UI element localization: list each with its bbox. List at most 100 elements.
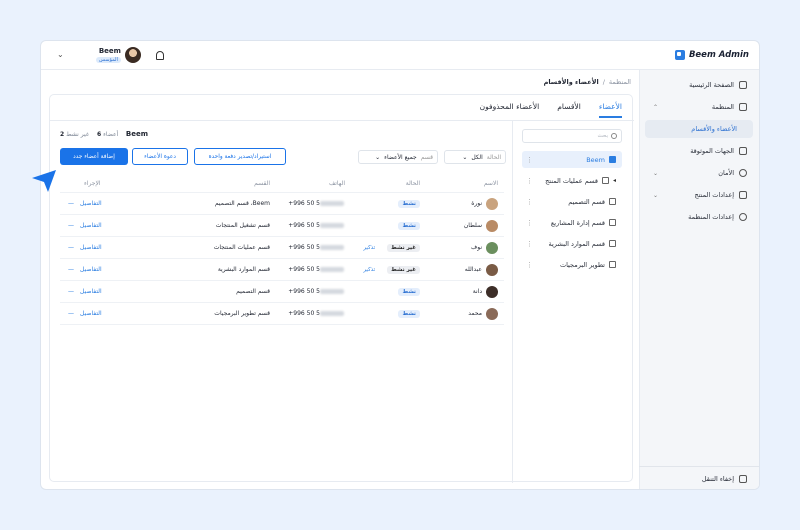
- bell-icon[interactable]: [156, 51, 164, 60]
- phone-number: +996 50 5: [288, 288, 320, 295]
- cell-actions: — التفاصيل: [60, 244, 129, 251]
- table-row[interactable]: نوف غير نشط تذكير +996 50 5 قسم عمليات ا…: [60, 237, 504, 259]
- more-icon[interactable]: ⋮: [526, 261, 533, 269]
- table-row[interactable]: محمد نشط +996 50 5 قسم تطوير البرمجيات —…: [60, 303, 504, 325]
- status-badge: نشط: [398, 309, 420, 318]
- invite-members-button[interactable]: دعوة الأعضاء: [132, 148, 188, 165]
- expand-arrow-icon[interactable]: ◂: [613, 177, 616, 184]
- phone-number: +996 50 5: [288, 200, 320, 207]
- tree-item-hr[interactable]: قسم الموارد البشرية ⋮: [522, 235, 622, 252]
- gear-icon: [739, 213, 747, 221]
- tab-deleted-members[interactable]: الأعضاء المحذوفون: [480, 102, 540, 118]
- tab-members[interactable]: الأعضاء: [598, 102, 622, 118]
- tree-item-projects[interactable]: قسم إدارة المشاريع ⋮: [522, 214, 622, 231]
- cell-phone: +996 50 5: [274, 244, 349, 251]
- members-count-wrap: أعضاء 6: [97, 131, 118, 138]
- tree-item-label: قسم عمليات المنتج: [545, 176, 598, 185]
- details-link[interactable]: التفاصيل: [80, 244, 102, 251]
- table-header: الاسم الحالة الهاتف القسم الإجراء: [60, 175, 504, 193]
- org-icon: [601, 177, 609, 184]
- table-row[interactable]: نورة نشط +996 50 5 قسم التصميم ،Beem — ا…: [60, 193, 504, 215]
- chevron-down-icon: ⌄: [653, 169, 659, 177]
- more-options-icon[interactable]: —: [68, 222, 74, 229]
- add-members-button[interactable]: إضافة أعضاء جدد: [60, 148, 128, 165]
- phone-number: +996 50 5: [288, 244, 320, 251]
- cell-dept: قسم الموارد البشرية: [217, 266, 270, 273]
- cell-status: نشط: [349, 287, 424, 296]
- details-link[interactable]: التفاصيل: [80, 288, 102, 295]
- tree-search-input[interactable]: بحث: [522, 129, 622, 143]
- table-row[interactable]: عبدالله غير نشط تذكير +996 50 5 قسم المو…: [60, 259, 504, 281]
- more-icon[interactable]: ⋮: [526, 156, 533, 164]
- col-name: الاسم: [483, 180, 498, 187]
- user-info: Beem المؤسس: [96, 47, 121, 63]
- more-icon[interactable]: ⋮: [526, 240, 533, 248]
- status-filter[interactable]: الحالة الكل ⌄: [444, 150, 506, 164]
- tree-item-beem[interactable]: Beem ⋮: [522, 151, 622, 168]
- details-link[interactable]: التفاصيل: [80, 222, 102, 229]
- tab-departments[interactable]: الأقسام: [557, 102, 581, 118]
- sidebar-item-product-settings[interactable]: إعدادات المنتج ⌄: [645, 186, 753, 204]
- more-icon[interactable]: ⋮: [526, 198, 533, 206]
- chevron-down-icon: ⌄: [462, 153, 468, 161]
- org-icon: [609, 261, 616, 268]
- tree-item-label: Beem: [586, 155, 605, 164]
- org-icon: [609, 219, 616, 226]
- table-row[interactable]: دانة نشط +996 50 5 قسم التصميم — التفاصي…: [60, 281, 504, 303]
- app-logo[interactable]: Beem Admin: [674, 50, 749, 60]
- member-avatar: [486, 285, 498, 298]
- details-link[interactable]: التفاصيل: [80, 310, 102, 317]
- remind-link[interactable]: تذكير: [363, 245, 375, 251]
- beem-logo-icon: [674, 50, 685, 60]
- sidebar-item-org-settings[interactable]: إعدادات المنظمة: [645, 208, 753, 226]
- org-icon: [609, 240, 616, 247]
- filter-status-label: الحالة: [486, 153, 501, 161]
- breadcrumb-separator: /: [602, 78, 605, 86]
- box-icon: [739, 191, 747, 199]
- sidebar: الصفحة الرئيسية المنظمة ⌃ الأعضاء والأقس…: [639, 70, 759, 489]
- shield-icon: [739, 169, 747, 177]
- col-dept: القسم: [254, 180, 270, 187]
- table-body: نورة نشط +996 50 5 قسم التصميم ،Beem — ا…: [60, 193, 504, 325]
- sidebar-item-trusted[interactable]: الجهات الموثوقة: [645, 142, 753, 160]
- sidebar-item-home[interactable]: الصفحة الرئيسية: [645, 76, 753, 94]
- table-row[interactable]: سلطان نشط +996 50 5 قسم تشغيل المنتجات —…: [60, 215, 504, 237]
- department-filter[interactable]: قسم جميع الأعضاء ⌄: [358, 150, 438, 164]
- member-name: سلطان: [463, 222, 482, 229]
- user-menu[interactable]: Beem المؤسس: [96, 47, 141, 63]
- more-options-icon[interactable]: —: [68, 266, 74, 273]
- tree-item-software[interactable]: تطوير البرمجيات ⋮: [522, 256, 622, 273]
- import-export-button[interactable]: استيراد/تصدير دفعة واحدة: [194, 148, 286, 165]
- details-link[interactable]: التفاصيل: [80, 200, 102, 207]
- collapse-nav-button[interactable]: إخفاء التنقل: [645, 475, 753, 483]
- member-name: دانة: [472, 288, 482, 295]
- cell-name: نورة: [424, 197, 504, 210]
- more-options-icon[interactable]: —: [68, 310, 74, 317]
- tree-item-product-ops[interactable]: ◂ قسم عمليات المنتج ⋮: [522, 172, 622, 189]
- more-options-icon[interactable]: —: [68, 244, 74, 251]
- more-options-icon[interactable]: —: [68, 200, 74, 207]
- org-name: Beem: [125, 130, 148, 138]
- status-badge: نشط: [398, 221, 420, 230]
- remind-link[interactable]: تذكير: [363, 267, 375, 273]
- member-avatar: [486, 241, 498, 254]
- more-icon[interactable]: ⋮: [526, 177, 533, 185]
- user-avatar[interactable]: [124, 47, 141, 63]
- breadcrumb-root[interactable]: المنظمة: [609, 78, 631, 86]
- sidebar-item-security[interactable]: الأمان ⌄: [645, 164, 753, 182]
- breadcrumb-current: الأعضاء والأقسام: [543, 78, 599, 86]
- details-link[interactable]: التفاصيل: [80, 266, 102, 273]
- member-name: محمد: [468, 310, 482, 317]
- home-icon: [739, 81, 747, 89]
- breadcrumb: المنظمة / الأعضاء والأقسام: [544, 78, 631, 86]
- sidebar-item-members[interactable]: الأعضاء والأقسام: [645, 120, 753, 138]
- cell-status: غير نشط تذكير: [349, 243, 424, 252]
- cell-name: دانة: [424, 285, 504, 298]
- more-icon[interactable]: ⋮: [526, 219, 533, 227]
- sidebar-item-label: المنظمة: [711, 103, 734, 111]
- tree-item-design[interactable]: قسم التصميم ⋮: [522, 193, 622, 210]
- cursor-arrow-icon: [32, 170, 56, 192]
- sidebar-item-organization[interactable]: المنظمة ⌃: [645, 98, 753, 116]
- chevron-down-icon[interactable]: ⌄: [57, 50, 64, 59]
- more-options-icon[interactable]: —: [68, 288, 74, 295]
